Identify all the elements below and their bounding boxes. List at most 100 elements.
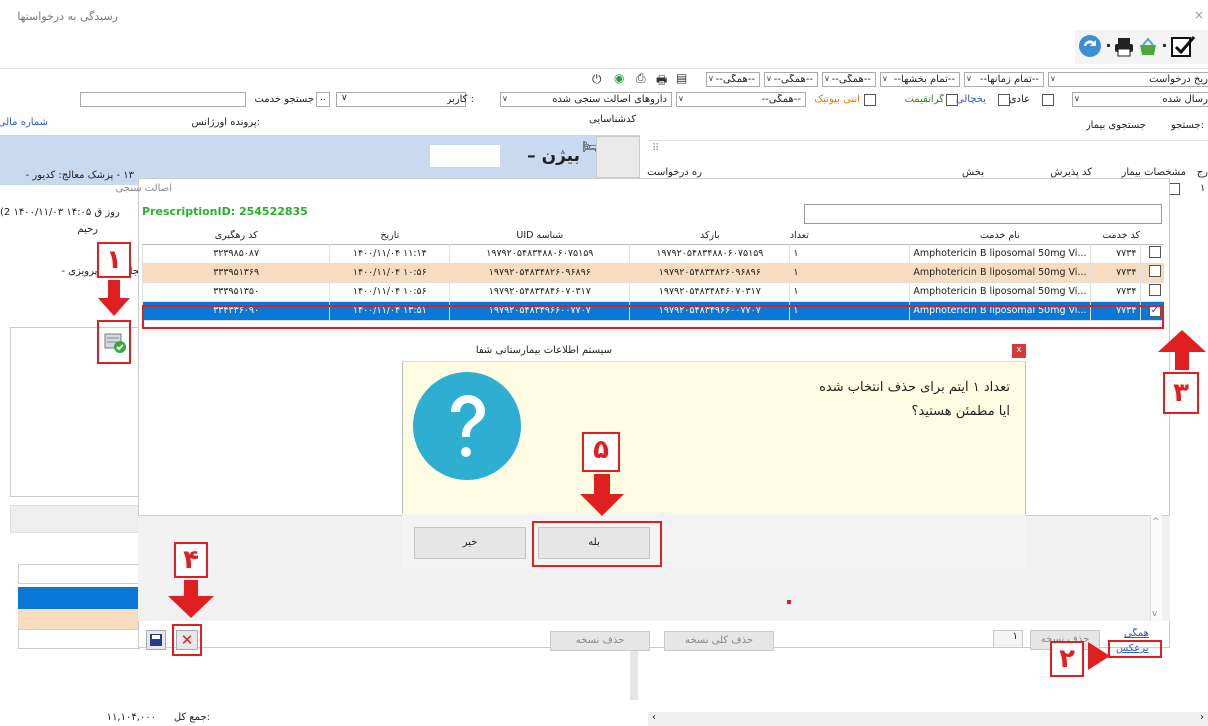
arrow-3-head bbox=[1158, 330, 1206, 352]
power-icon[interactable]: ⏻ bbox=[592, 72, 602, 87]
financial-number-link[interactable]: شماره مالی bbox=[0, 117, 48, 128]
col-barcode: بارکد bbox=[700, 230, 720, 242]
cell-date: ۱۱:۱۴ ۱۴۰۰/۱۱/۰۴ bbox=[329, 244, 450, 263]
separator-dot bbox=[1107, 44, 1110, 47]
table-row[interactable]: ۷۷۳۴ Amphotericin B liposomal 50mg Vi... ۱… bbox=[141, 244, 1164, 263]
cell-date: ۱۰:۵۶ ۱۴۰۰/۱۱/۰۴ bbox=[329, 263, 450, 282]
cell-barcode: ۱۹۷۹۲۰۵۴۸۳۴۸۴۶۰۷۰۳۱۷ bbox=[629, 282, 790, 301]
expensive-label: گرانقیمت bbox=[904, 94, 944, 105]
normal-checkbox[interactable] bbox=[1042, 94, 1054, 106]
cell-count: ۱ bbox=[789, 244, 910, 263]
cell-uid: ۱۹۷۹۲۰۵۴۸۳۴۸۸۰۶۰۷۵۱۵۹ bbox=[449, 244, 630, 263]
dialog-vscroll[interactable]: ^ v bbox=[1150, 515, 1162, 621]
highlight-selected-row bbox=[142, 305, 1164, 329]
save-icon[interactable] bbox=[146, 630, 166, 650]
divider bbox=[0, 68, 1208, 69]
print-icon[interactable] bbox=[1113, 36, 1135, 58]
right-hscrollbar[interactable]: ‹ › bbox=[648, 712, 1208, 726]
red-dot bbox=[787, 600, 791, 604]
left-row bbox=[18, 564, 140, 584]
filter-wards[interactable]: ∨ --تمام بخشها-- bbox=[880, 72, 960, 87]
arrow-1-head bbox=[98, 298, 130, 316]
col-count: تعداد bbox=[789, 230, 809, 242]
cell-service-name: Amphotericin B liposomal 50mg Vi... bbox=[909, 244, 1090, 263]
emergency-file-label: :پرونده اورژانس bbox=[191, 117, 260, 128]
confirm-check-icon[interactable] bbox=[1170, 35, 1196, 59]
eye-icon[interactable]: ◉ bbox=[614, 71, 624, 85]
cell-tracking: ۳۲۳۹۸۵۰۸۷ bbox=[141, 244, 330, 263]
dialog-search-input[interactable] bbox=[804, 204, 1162, 224]
arrow-5-head bbox=[580, 494, 624, 516]
col-rej: رج bbox=[1196, 167, 1208, 178]
table-row[interactable]: ۷۷۳۴ Amphotericin B liposomal 50mg Vi... ۱… bbox=[141, 282, 1164, 301]
service-search-input[interactable] bbox=[80, 92, 246, 107]
arrow-5-shaft bbox=[594, 474, 610, 494]
search-label: :جستجو bbox=[1170, 120, 1204, 131]
cell-uid: ۱۹۷۹۲۰۵۴۸۳۴۸۲۶۰۹۶۸۹۶ bbox=[449, 263, 630, 282]
checkbox[interactable] bbox=[1139, 263, 1164, 282]
filter-all-1[interactable]: ∨ --همگی-- bbox=[706, 72, 760, 87]
no-button[interactable]: خیر bbox=[414, 527, 526, 559]
filter-all-4[interactable]: ∨ --همگی-- bbox=[676, 92, 806, 107]
annotation-5: ۵ bbox=[582, 432, 620, 472]
left-row-peach bbox=[18, 609, 140, 629]
col-tracking: کد رهگیری bbox=[214, 230, 258, 242]
grid-icon[interactable]: ▤ bbox=[676, 71, 687, 85]
filter-request-date[interactable]: ∨ ریخ درخواست bbox=[1048, 72, 1208, 87]
col-request: ره درخواست bbox=[647, 167, 702, 178]
print-small-icon[interactable]: 🖶 bbox=[656, 71, 667, 92]
normal-label: عادی bbox=[1008, 94, 1030, 105]
total-value: ۱۱,۱۰۴,۰۰۰ bbox=[106, 712, 156, 723]
service-search-button[interactable]: .. bbox=[316, 92, 330, 107]
confirm-message-1: تعداد ۱ آیتم برای حذف انتخاب شده bbox=[819, 380, 1010, 395]
arrow-4-shaft bbox=[184, 580, 198, 596]
sent-select[interactable]: ∨ رسال شده bbox=[1072, 92, 1208, 107]
filter-all-2[interactable]: ∨ --همگی-- bbox=[764, 72, 818, 87]
annotation-1: ۱ bbox=[97, 242, 131, 278]
cell-date: ۱۰:۵۶ ۱۴۰۰/۱۱/۰۴ bbox=[329, 282, 450, 301]
delete-copy-button[interactable]: حذف نسخه bbox=[550, 631, 650, 651]
basket-icon[interactable] bbox=[1137, 36, 1159, 58]
arrow-3-shaft bbox=[1175, 352, 1189, 370]
row-select-checkbox[interactable] bbox=[1149, 265, 1161, 277]
col-ward: بخش bbox=[962, 167, 984, 178]
close-icon[interactable]: × bbox=[1194, 8, 1204, 22]
question-icon bbox=[413, 372, 521, 480]
refresh-icon[interactable] bbox=[1077, 33, 1103, 59]
time-text: (2 روز ق ۱۴:۰۵ ۱۴۰۰/۱۱/۰۳ bbox=[0, 207, 120, 218]
col-patient: مشخصات بیمار bbox=[1121, 167, 1186, 178]
authenticity-select[interactable]: ∨ داروهای اصالت سنجی شده bbox=[500, 92, 672, 107]
highlight-delete-x bbox=[172, 624, 202, 656]
window-title: رسیدگی به درخواستها bbox=[17, 10, 118, 23]
patient-name-box bbox=[430, 145, 500, 167]
cell-service-name: Amphotericin B liposomal 50mg Vi... bbox=[909, 263, 1090, 282]
service-search-label: جستجو خدمت bbox=[254, 94, 314, 105]
confirm-title: سیستم اطلاعات بیمارستانی شفا bbox=[475, 345, 612, 356]
col-service-name: نام خدمت bbox=[980, 230, 1020, 242]
main-toolbar bbox=[1075, 30, 1208, 64]
annotation-4: ۴ bbox=[174, 542, 208, 578]
checkbox[interactable] bbox=[1139, 244, 1164, 263]
patient-search-input[interactable]: جستجوی بیمار bbox=[1030, 114, 1148, 136]
row-select-checkbox[interactable] bbox=[1149, 284, 1161, 296]
highlight-yes-button bbox=[532, 521, 662, 567]
checkbox[interactable] bbox=[1139, 282, 1164, 301]
delete-all-copy-button[interactable]: حذف کلی نسخه bbox=[664, 631, 774, 651]
preview-icon[interactable]: ⎙ bbox=[636, 71, 646, 86]
table-row[interactable]: ۷۷۳۴ Amphotericin B liposomal 50mg Vi... ۱… bbox=[141, 263, 1164, 282]
arrow-4-head bbox=[168, 596, 214, 618]
filter-all-3[interactable]: ∨ --همگی-- bbox=[822, 72, 876, 87]
cell-barcode: ۱۹۷۹۲۰۵۴۸۳۴۸۲۶۰۹۶۸۹۶ bbox=[629, 263, 790, 282]
right-toolbar: ⠿ bbox=[648, 140, 1208, 162]
count-input[interactable]: ۱ bbox=[993, 630, 1023, 648]
arrow-1-shaft bbox=[108, 280, 120, 298]
arrow-2-head bbox=[1088, 642, 1110, 670]
verify-cart-icon[interactable] bbox=[103, 330, 127, 354]
confirm-close-button[interactable]: x bbox=[1012, 344, 1026, 358]
cell-barcode: ۱۹۷۹۲۰۵۴۸۳۴۸۸۰۶۰۷۵۱۵۹ bbox=[629, 244, 790, 263]
antibiotic-checkbox[interactable] bbox=[864, 94, 876, 106]
annotation-2: ۲ bbox=[1050, 641, 1084, 677]
all-link[interactable]: همگی bbox=[1124, 628, 1149, 639]
row-select-checkbox[interactable] bbox=[1149, 246, 1161, 258]
filter-times[interactable]: ∨ --تمام زمانها-- bbox=[964, 72, 1044, 87]
